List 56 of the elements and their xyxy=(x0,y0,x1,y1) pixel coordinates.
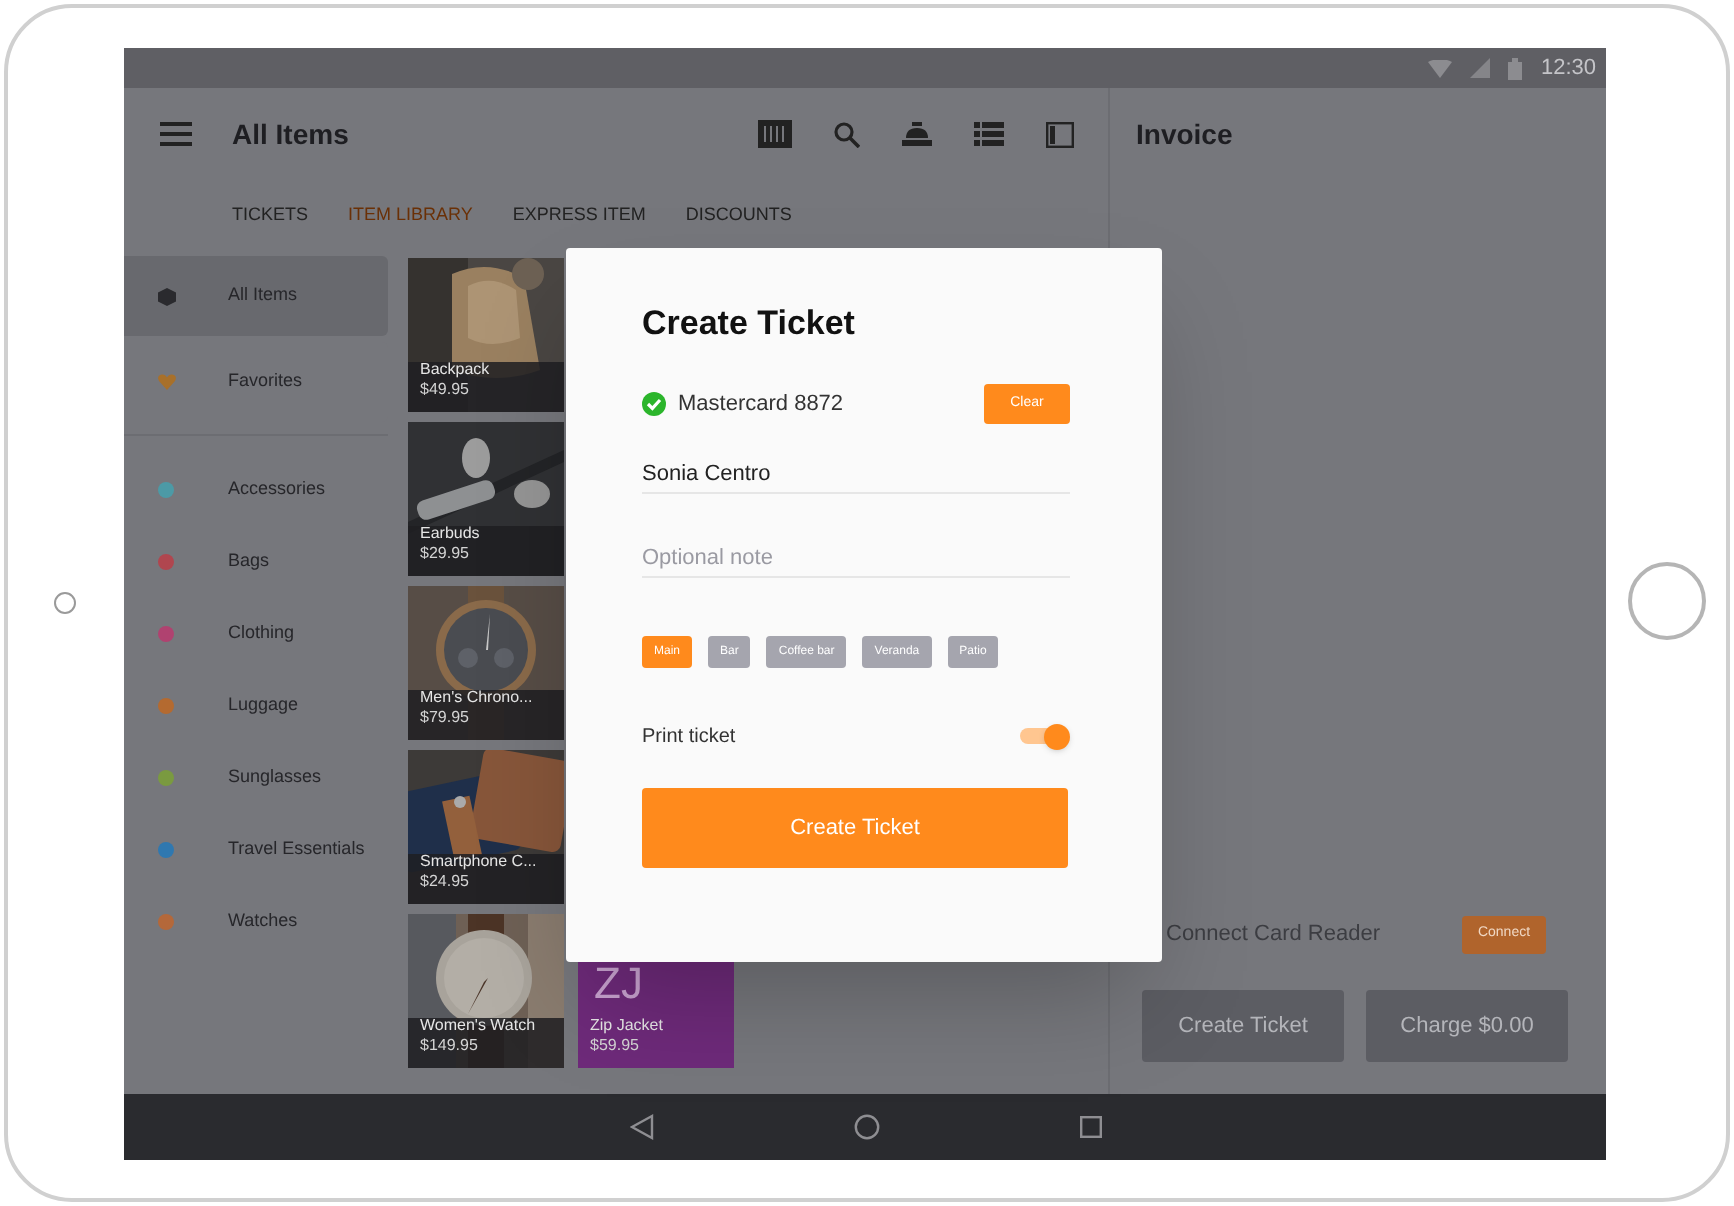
category-item[interactable]: Clothing xyxy=(124,598,388,670)
product-price: $49.95 xyxy=(420,380,471,400)
sidebar-item[interactable]: All Items xyxy=(124,256,388,336)
category-item[interactable]: Watches xyxy=(124,886,388,958)
category-item[interactable]: Bags xyxy=(124,526,388,598)
product-name: Women's Watch xyxy=(420,1016,536,1036)
tab[interactable]: EXPRESS ITEM xyxy=(512,201,646,229)
product-name: Smartphone C... xyxy=(420,852,537,872)
back-icon[interactable] xyxy=(629,1114,653,1140)
service-bell-icon[interactable] xyxy=(902,121,932,147)
tab[interactable]: ITEM LIBRARY xyxy=(348,201,473,229)
heart-icon xyxy=(158,374,176,390)
search-icon[interactable] xyxy=(834,121,860,147)
list-icon[interactable] xyxy=(974,122,1004,146)
product-tile[interactable]: Backpack $49.95 xyxy=(408,258,564,412)
product-tile[interactable]: Earbuds $29.95 xyxy=(408,422,564,576)
product-tile[interactable]: Men's Chrono... $79.95 xyxy=(408,586,564,740)
product-name: Men's Chrono... xyxy=(420,688,533,708)
create-ticket-button[interactable]: Create Ticket xyxy=(642,788,1068,868)
product-price: $29.95 xyxy=(420,544,471,564)
product-name: Zip Jacket xyxy=(590,1016,663,1036)
category-item[interactable]: Travel Essentials xyxy=(124,814,388,886)
wifi-icon xyxy=(1428,59,1453,77)
print-ticket-toggle[interactable] xyxy=(1018,722,1070,750)
product-tile[interactable]: Women's Watch $149.95 xyxy=(408,914,564,1068)
clock-time: 12:30 xyxy=(1540,53,1596,84)
recents-icon[interactable] xyxy=(1079,1116,1101,1138)
signal-icon xyxy=(1470,58,1491,78)
item-initials: ZJ xyxy=(594,962,643,1006)
invoice-button[interactable]: Charge $0.00 xyxy=(1366,990,1568,1062)
card-reader-label: Connect Card Reader xyxy=(1166,920,1381,951)
product-tile[interactable]: Smartphone C... $24.95 xyxy=(408,750,564,904)
note-field[interactable]: Optional note xyxy=(642,540,1070,578)
product-name: Backpack xyxy=(420,360,490,380)
dialog-title: Create Ticket xyxy=(642,302,857,346)
product-price: $24.95 xyxy=(420,872,471,892)
product-price: $59.95 xyxy=(590,1036,641,1056)
menu-icon[interactable] xyxy=(160,122,192,146)
category-item[interactable]: Accessories xyxy=(124,454,388,526)
barcode-icon[interactable] xyxy=(758,120,792,148)
tab[interactable]: TICKETS xyxy=(232,201,309,229)
category-item[interactable]: Luggage xyxy=(124,670,388,742)
page-title: All Items xyxy=(232,115,349,153)
card-label: Mastercard 8872 xyxy=(678,389,844,420)
home-icon[interactable] xyxy=(853,1114,879,1140)
sidebar-panel-icon[interactable] xyxy=(1046,121,1074,147)
product-price: $149.95 xyxy=(420,1036,480,1056)
name-field[interactable]: Sonia Centro xyxy=(642,456,1070,494)
invoice-button[interactable]: Create Ticket xyxy=(1142,990,1344,1062)
battery-icon xyxy=(1508,57,1523,79)
tab[interactable]: DISCOUNTS xyxy=(685,201,792,229)
product-price: $79.95 xyxy=(420,708,471,728)
category-item[interactable]: Sunglasses xyxy=(124,742,388,814)
product-name: Earbuds xyxy=(420,524,480,544)
print-ticket-label: Print ticket xyxy=(642,723,736,751)
invoice-title: Invoice xyxy=(1136,115,1233,153)
